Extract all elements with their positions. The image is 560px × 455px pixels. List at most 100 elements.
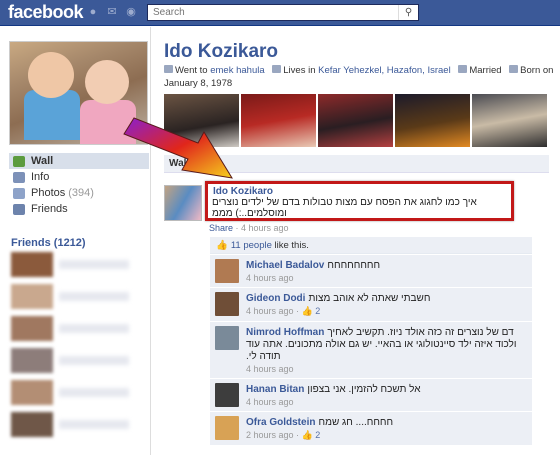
friend-name-blurred — [59, 356, 129, 365]
comment-time[interactable]: 4 hours ago — [246, 397, 528, 407]
friend-avatar — [11, 380, 53, 405]
child-face — [85, 60, 129, 104]
facebook-logo[interactable]: facebook — [8, 2, 84, 23]
post-author[interactable]: Ido Kozikaro — [213, 186, 273, 197]
lives-label: Lives in — [283, 65, 316, 76]
search-input[interactable] — [148, 5, 393, 20]
location-link[interactable]: Kefar Yehezkel, Hazafon, Israel — [318, 65, 451, 76]
likes-count[interactable]: 11 people — [231, 240, 272, 251]
info-icon — [13, 171, 25, 183]
friend-name-blurred — [59, 388, 129, 397]
commenter-name[interactable]: Michael Badalov — [246, 260, 324, 271]
friends-icon — [13, 203, 25, 215]
friend-item[interactable] — [11, 252, 149, 277]
likes-suffix: like this. — [274, 240, 309, 251]
friend-avatar — [11, 252, 53, 277]
friend-item[interactable] — [11, 348, 149, 373]
nav-label: Info — [31, 171, 50, 183]
profile-name: Ido Kozikaro — [164, 41, 279, 62]
like-thumb-icon: 👍 — [216, 240, 228, 251]
photo-strip — [164, 94, 547, 147]
nav-wall[interactable]: Wall — [9, 153, 149, 169]
comment: Michael Badalov חחחחחחחח 4 hours ago — [210, 255, 532, 288]
friends-heading[interactable]: Friends (1212) — [11, 237, 86, 249]
messages-icon[interactable]: ✉ — [105, 6, 119, 19]
comment: Hanan Bitan אל תשכח להזמין. אני בצפון 4 … — [210, 379, 532, 412]
comment: Nimrod Hoffman דם של נוצרים זה כזה אולד … — [210, 322, 532, 379]
main-column: Ido Kozikaro Went to emek hahula Lives i… — [150, 27, 560, 455]
nav-info[interactable]: Info — [9, 169, 149, 185]
friend-avatar — [11, 348, 53, 373]
commenter-avatar[interactable] — [215, 292, 239, 316]
friend-name-blurred — [59, 260, 129, 269]
home-icon — [272, 65, 282, 73]
comment-like-thumb-icon[interactable]: 👍 — [302, 306, 313, 316]
nav-label: Photos — [31, 187, 66, 199]
commenter-name[interactable]: Nimrod Hoffman — [246, 327, 324, 338]
comment-time[interactable]: 4 hours ago — [246, 306, 294, 316]
commenter-name[interactable]: Hanan Bitan — [246, 384, 304, 395]
comment-like-thumb-icon[interactable]: 👍 — [302, 430, 313, 440]
photo-thumbnail[interactable] — [318, 94, 393, 147]
comment-like-count[interactable]: 2 — [315, 306, 320, 316]
post-meta: Share · 4 hours ago — [209, 223, 289, 233]
nav-photos[interactable]: Photos (394) — [9, 185, 149, 201]
search-box: ⚲ — [147, 4, 419, 21]
comment: Gideon Dodi חשבתי שאתה לא אוהב מצות 4 ho… — [210, 288, 532, 322]
commenter-avatar[interactable] — [215, 326, 239, 350]
friend-name-blurred — [59, 420, 129, 429]
profile-nav: Wall Info Photos (394) Friends — [9, 153, 149, 217]
commenter-name[interactable]: Ofra Goldstein — [246, 417, 315, 428]
commenter-avatar[interactable] — [215, 383, 239, 407]
wall-tab-bar: Wall — [164, 155, 549, 173]
friend-requests-icon[interactable]: ● — [86, 6, 100, 19]
friend-avatar — [11, 316, 53, 341]
comment-text: אל תשכח להזמין. אני בצפון — [307, 384, 421, 395]
friend-avatar — [11, 284, 53, 309]
photo-count: (394) — [68, 187, 94, 199]
education-icon — [164, 65, 173, 73]
friend-name-blurred — [59, 324, 129, 333]
wall-icon — [13, 155, 25, 167]
child-figure — [80, 100, 136, 144]
comment-text: חשבתי שאתה לא אוהב מצות — [308, 293, 431, 304]
commenter-name[interactable]: Gideon Dodi — [246, 293, 305, 304]
comment-time[interactable]: 4 hours ago — [246, 273, 528, 283]
school-link[interactable]: emek hahula — [210, 65, 264, 76]
friend-item[interactable] — [11, 284, 149, 309]
post-time[interactable]: 4 hours ago — [241, 223, 289, 233]
photo-thumbnail[interactable] — [472, 94, 547, 147]
friend-item[interactable] — [11, 316, 149, 341]
comment-time[interactable]: 4 hours ago — [246, 364, 528, 374]
notifications-icon[interactable]: ◉ — [124, 6, 138, 19]
profile-picture[interactable] — [9, 41, 148, 145]
heart-icon — [458, 65, 468, 73]
magnifier-icon[interactable]: ⚲ — [398, 5, 418, 20]
commenter-avatar[interactable] — [215, 416, 239, 440]
friend-item[interactable] — [11, 412, 149, 437]
comment-time[interactable]: 2 hours ago — [246, 430, 294, 440]
tab-wall[interactable]: Wall — [169, 158, 189, 169]
comment-like-count[interactable]: 2 — [315, 430, 320, 440]
poster-avatar[interactable] — [164, 185, 202, 221]
share-link[interactable]: Share — [209, 223, 233, 233]
comment-text: חחחחחחחח — [327, 260, 381, 271]
highlight-box: Ido Kozikaro איך כמו לחגוג את הפסח עם מצ… — [205, 181, 514, 221]
comments-list: Michael Badalov חחחחחחחח 4 hours ago Gid… — [210, 255, 532, 446]
relationship-status: Married — [469, 65, 502, 76]
comment-text: חחחח.... חג שמח — [318, 417, 394, 428]
photo-thumbnail[interactable] — [241, 94, 316, 147]
jewels: ● ✉ ◉ — [86, 6, 138, 19]
child-face — [28, 52, 74, 98]
friend-avatar — [11, 412, 53, 437]
commenter-avatar[interactable] — [215, 259, 239, 283]
top-bar: facebook ● ✉ ◉ ⚲ — [0, 0, 560, 26]
went-to-label: Went to — [175, 65, 208, 76]
friends-list — [11, 252, 149, 444]
photo-thumbnail[interactable] — [164, 94, 239, 147]
photo-thumbnail[interactable] — [395, 94, 470, 147]
friend-item[interactable] — [11, 380, 149, 405]
birthday-icon — [509, 65, 519, 73]
nav-friends[interactable]: Friends — [9, 201, 149, 217]
photos-icon — [13, 187, 25, 199]
